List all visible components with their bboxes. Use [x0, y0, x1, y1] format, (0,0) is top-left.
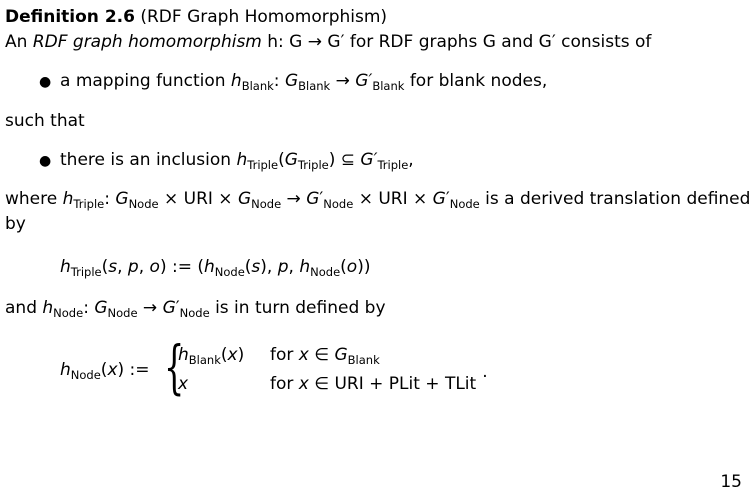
bullet-2-suffix: , — [408, 150, 414, 170]
bullet-1-domain: G — [284, 71, 299, 91]
slide: Definition 2.6 (RDF Graph Homomorphism) … — [0, 0, 754, 503]
intro-term: RDF graph homomorphism — [32, 32, 262, 52]
intro-middle: h: G → G′ for RDF graphs G and G′ consis… — [261, 32, 652, 52]
cases-row-2-value: x — [178, 374, 189, 394]
bullet-1-domain-sub: Blank — [298, 79, 331, 93]
where-line-2: by — [5, 214, 26, 234]
where-line-1-text: where hTriple: GNode × URI × GNode → G′N… — [5, 189, 751, 211]
definition-subtitle: (RDF Graph Homomorphism) — [140, 7, 388, 27]
bullet-1-func: h — [230, 71, 242, 91]
bullet-2-arg-sub: Triple — [297, 158, 329, 172]
cases-trailing-period: . — [482, 362, 488, 382]
bullet-2-marker: ● — [39, 153, 52, 169]
bullet-2-text: there is an inclusion hTriple(GTriple) ⊆… — [60, 150, 414, 172]
bullet-2-func: h — [236, 150, 248, 170]
cases-row-1-value: hBlank(x) — [178, 345, 245, 367]
cases-lhs: hNode(x) := — [60, 360, 150, 382]
intro-prefix: An — [5, 32, 33, 52]
page-number: 15 — [720, 472, 742, 492]
bullet-1-codomain-sub: Blank — [372, 79, 405, 93]
bullet-2-target-sub: Triple — [377, 158, 409, 172]
bullet-2-arg-open: ( — [278, 150, 285, 170]
bullet-1-text: a mapping function hBlank: GBlank → G′Bl… — [60, 71, 548, 93]
cases-row-1-condition: for x ∈ GBlank — [270, 345, 380, 367]
definition-label: Definition 2.6 — [5, 7, 135, 27]
bullet-1-marker: ● — [39, 74, 52, 90]
such-that: such that — [5, 111, 85, 131]
bullet-2-func-sub: Triple — [247, 158, 279, 172]
bullet-1-codomain: G′ — [355, 71, 373, 91]
triple-formula: hTriple(s, p, o) := (hNode(s), p, hNode(… — [60, 257, 371, 279]
bullet-1-arrow: → — [330, 71, 356, 91]
intro-line: An RDF graph homomorphism h: G → G′ for … — [5, 34, 651, 51]
bullet-2-prefix: there is an inclusion — [60, 150, 237, 170]
and-line-text: and hNode: GNode → G′Node is in turn def… — [5, 298, 386, 320]
bullet-2-arg: G — [284, 150, 298, 170]
definition-heading: Definition 2.6 (RDF Graph Homomorphism) — [5, 9, 387, 26]
bullet-2-target: G′ — [360, 150, 378, 170]
bullet-1-suffix: for blank nodes, — [404, 71, 548, 91]
where-line-1: where hTriple: GNode × URI × GNode → G′N… — [5, 189, 751, 211]
and-line: and hNode: GNode → G′Node is in turn def… — [5, 298, 386, 320]
triple-formula-text: hTriple(s, p, o) := (hNode(s), p, hNode(… — [60, 257, 371, 279]
bullet-1-prefix: a mapping function — [60, 71, 231, 91]
cases-row-2-condition: for x ∈ URI + PLit + TLit. — [270, 362, 488, 394]
bullet-1-colon: : — [273, 71, 285, 91]
node-cases-definition: hNode(x) := { hBlank(x) for x ∈ GBlank x… — [60, 338, 520, 402]
bullet-2-inclusion: ) ⊆ — [328, 150, 361, 170]
bullet-1-func-sub: Blank — [241, 79, 274, 93]
